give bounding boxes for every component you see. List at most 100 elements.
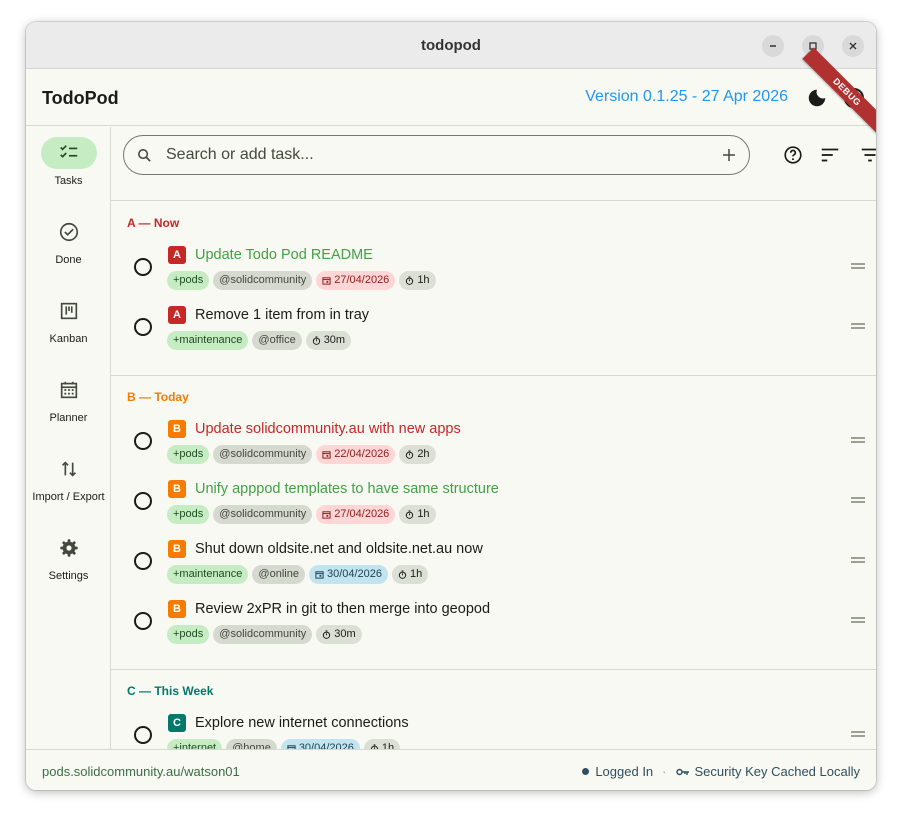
task-complete-radio[interactable] [134, 726, 152, 744]
nav-item-kanban[interactable]: Kanban [26, 295, 111, 345]
task-complete-radio[interactable] [134, 258, 152, 276]
app-window: todopod TodoPod Version 0.1.25 - 27 Apr … [26, 22, 876, 790]
dark-mode-icon[interactable] [806, 87, 828, 109]
status-separator: · [662, 764, 667, 779]
task-complete-radio[interactable] [134, 318, 152, 336]
priority-badge: B [168, 420, 186, 438]
project-tag-text: +maintenance [173, 568, 243, 580]
task-complete-radio[interactable] [134, 492, 152, 510]
task-row[interactable]: A Update Todo Pod README +pods @solidcommun… [111, 241, 876, 301]
help-icon[interactable] [782, 144, 804, 166]
task-title[interactable]: Remove 1 item from in tray [195, 307, 369, 323]
priority-badge: A [168, 246, 186, 264]
kanban-icon [60, 302, 77, 320]
task-title[interactable]: Update solidcommunity.au with new apps [195, 421, 461, 437]
task-row[interactable]: A Remove 1 item from in tray +maintenance @… [111, 301, 876, 361]
nav-item-planner[interactable]: Planner [26, 374, 111, 424]
add-task-icon[interactable] [720, 146, 738, 164]
project-tag[interactable]: +pods [167, 505, 210, 524]
timer-icon [398, 570, 407, 579]
task-row[interactable]: B Unify apppod templates to have same str… [111, 475, 876, 535]
task-row[interactable]: B Review 2xPR in git to then merge into g… [111, 595, 876, 655]
estimate-tag-text: 2h [417, 448, 430, 460]
task-complete-radio[interactable] [134, 612, 152, 630]
version-text: Version 0.1.25 - 27 Apr 2026 [585, 88, 788, 105]
estimate-tag[interactable]: 1h [399, 505, 436, 524]
app-title: TodoPod [42, 88, 119, 108]
timer-icon [406, 276, 414, 285]
section-header: C — This Week [127, 684, 214, 698]
drag-handle-icon[interactable] [851, 322, 865, 330]
task-complete-radio[interactable] [134, 432, 152, 450]
context-tag-text: @office [258, 334, 296, 346]
sort-icon[interactable] [819, 144, 841, 166]
estimate-tag[interactable]: 1h [392, 565, 429, 584]
calendar-icon [322, 511, 331, 519]
drag-handle-icon[interactable] [851, 616, 865, 624]
context-tag[interactable]: @solidcommunity [213, 271, 313, 290]
task-chips: +maintenance @office 30m [167, 331, 352, 350]
task-title[interactable]: Explore new internet connections [195, 715, 409, 731]
project-tag[interactable]: +pods [167, 271, 210, 290]
nav-label-settings: Settings [48, 570, 89, 582]
search-input[interactable] [166, 144, 706, 166]
context-tag[interactable]: @office [252, 331, 302, 350]
project-tag[interactable]: +internet [167, 739, 223, 749]
task-row[interactable]: B Update solidcommunity.au with new apps +… [111, 415, 876, 475]
task-title[interactable]: Unify apppod templates to have same stru… [195, 481, 499, 497]
nav-item-done[interactable]: Done [26, 216, 111, 266]
priority-badge: A [168, 306, 186, 324]
due-date-tag[interactable]: 30/04/2026 [308, 565, 389, 584]
task-title[interactable]: Shut down oldsite.net and oldsite.net.au… [195, 541, 483, 557]
drag-handle-icon[interactable] [851, 436, 865, 444]
task-title[interactable]: Update Todo Pod README [195, 247, 373, 263]
nav-rail: Tasks Done Kanban Planner Import / Expor… [26, 127, 111, 749]
context-tag[interactable]: @online [252, 565, 305, 584]
estimate-tag-text: 30m [323, 334, 346, 346]
drag-handle-icon[interactable] [851, 262, 865, 270]
filter-icon[interactable] [859, 144, 876, 166]
search-icon [138, 149, 151, 162]
estimate-tag[interactable]: 30m [305, 331, 352, 350]
task-complete-radio[interactable] [134, 552, 152, 570]
task-row[interactable]: C Explore new internet connections +intern… [111, 709, 876, 749]
nav-pill-kanban [41, 295, 97, 327]
close-button[interactable] [842, 35, 864, 57]
context-tag[interactable]: @home [226, 739, 277, 749]
context-tag[interactable]: @solidcommunity [213, 505, 313, 524]
project-tag[interactable]: +maintenance [167, 565, 249, 584]
task-title[interactable]: Review 2xPR in git to then merge into ge… [195, 601, 490, 617]
nav-item-import-export[interactable]: Import / Export [26, 453, 111, 503]
estimate-tag[interactable]: 30m [316, 625, 362, 644]
project-tag-text: +pods [173, 508, 204, 520]
due-date-tag[interactable]: 22/04/2026 [316, 445, 396, 464]
timer-icon [406, 510, 414, 519]
project-tag-text: +internet [173, 742, 217, 749]
estimate-tag[interactable]: 1h [363, 739, 401, 749]
drag-handle-icon[interactable] [851, 730, 865, 738]
due-date-tag[interactable]: 30/04/2026 [280, 739, 360, 749]
nav-pill-planner [41, 374, 97, 406]
task-chips: +maintenance @online 30/04/2026 1h [167, 565, 429, 584]
section-divider [111, 375, 876, 376]
due-date-tag[interactable]: 27/04/2026 [316, 505, 396, 524]
estimate-tag[interactable]: 2h [399, 445, 436, 464]
project-tag[interactable]: +pods [167, 625, 210, 644]
estimate-tag[interactable]: 1h [399, 271, 436, 290]
context-tag[interactable]: @solidcommunity [213, 445, 313, 464]
context-tag[interactable]: @solidcommunity [213, 625, 313, 644]
due-date-tag-text: 22/04/2026 [334, 448, 390, 460]
nav-item-tasks[interactable]: Tasks [26, 137, 111, 187]
drag-handle-icon[interactable] [851, 496, 865, 504]
task-row[interactable]: B Shut down oldsite.net and oldsite.net.a… [111, 535, 876, 595]
priority-badge: B [168, 600, 186, 618]
project-tag[interactable]: +maintenance [167, 331, 249, 350]
project-tag[interactable]: +pods [167, 445, 210, 464]
minimize-button[interactable] [762, 35, 784, 57]
nav-item-settings[interactable]: Settings [26, 532, 111, 582]
minimize-icon [770, 45, 776, 47]
window-titlebar[interactable]: todopod [26, 22, 876, 69]
due-date-tag[interactable]: 27/04/2026 [316, 271, 396, 290]
search-bar[interactable] [123, 135, 750, 175]
drag-handle-icon[interactable] [851, 556, 865, 564]
